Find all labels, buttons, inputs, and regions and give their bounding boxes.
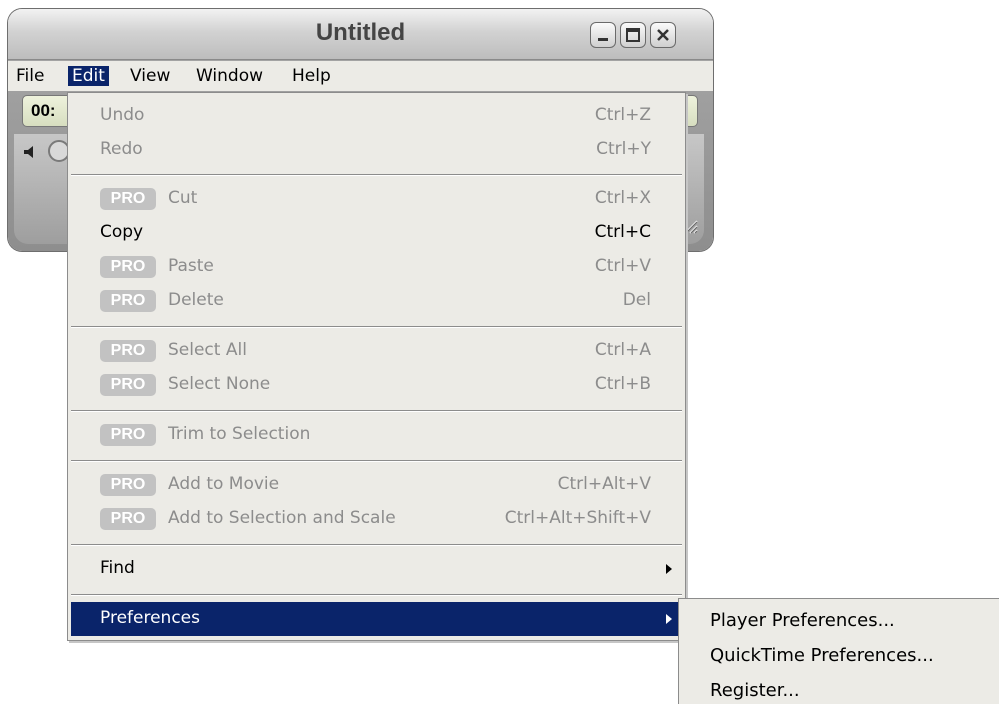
minimize-button[interactable]: [590, 22, 616, 48]
menu-separator: [71, 326, 682, 328]
pro-badge: PRO: [100, 256, 156, 278]
menu-item-preferences[interactable]: Preferences: [71, 602, 682, 636]
close-icon: [657, 29, 669, 41]
menu-item-add-scale[interactable]: PRO Add to Selection and Scale Ctrl+Alt+…: [68, 502, 685, 536]
menu-separator: [71, 410, 682, 412]
pro-badge: PRO: [100, 508, 156, 530]
paste-label: Paste: [168, 256, 214, 276]
add-scale-label: Add to Selection and Scale: [168, 508, 396, 528]
add-to-movie-label: Add to Movie: [168, 474, 280, 494]
menu-item-find[interactable]: Find: [68, 552, 685, 586]
add-scale-shortcut: Ctrl+Alt+Shift+V: [504, 508, 651, 528]
select-none-shortcut: Ctrl+B: [594, 374, 651, 394]
minimize-icon: [598, 38, 608, 41]
preferences-label: Preferences: [100, 608, 200, 628]
menu-item-cut[interactable]: PRO Cut Ctrl+X: [68, 182, 685, 216]
undo-label: Undo: [100, 105, 145, 125]
menu-item-delete[interactable]: PRO Delete Del: [68, 284, 685, 318]
menu-edit[interactable]: Edit: [68, 66, 109, 86]
pro-badge: PRO: [100, 340, 156, 362]
paste-shortcut: Ctrl+V: [594, 256, 651, 276]
menu-item-copy[interactable]: Copy Ctrl+C: [68, 216, 685, 250]
menu-item-add-to-movie[interactable]: PRO Add to Movie Ctrl+Alt+V: [68, 468, 685, 502]
pro-badge: PRO: [100, 424, 156, 446]
cut-shortcut: Ctrl+X: [594, 188, 651, 208]
quicktime-preferences-item[interactable]: QuickTime Preferences...: [710, 645, 934, 666]
menu-item-undo[interactable]: Undo Ctrl+Z: [68, 99, 685, 133]
menu-separator: [71, 594, 682, 596]
select-all-shortcut: Ctrl+A: [594, 340, 651, 360]
redo-shortcut: Ctrl+Y: [596, 139, 651, 159]
delete-label: Delete: [168, 290, 224, 310]
submenu-arrow-icon: [666, 614, 672, 624]
menu-file[interactable]: File: [12, 66, 48, 86]
menu-item-trim[interactable]: PRO Trim to Selection: [68, 418, 685, 452]
preferences-submenu: Player Preferences... QuickTime Preferen…: [678, 598, 999, 704]
close-button[interactable]: [650, 22, 676, 48]
menu-bar: File Edit View Window Help: [8, 61, 713, 91]
pro-badge: PRO: [100, 474, 156, 496]
select-none-label: Select None: [168, 374, 271, 394]
copy-shortcut: Ctrl+C: [594, 222, 651, 242]
menu-help[interactable]: Help: [288, 66, 335, 86]
undo-shortcut: Ctrl+Z: [594, 105, 651, 125]
maximize-button[interactable]: [620, 22, 646, 48]
pro-badge: PRO: [100, 188, 156, 210]
menu-separator: [71, 544, 682, 546]
delete-shortcut: Del: [622, 290, 651, 310]
add-to-movie-shortcut: Ctrl+Alt+V: [557, 474, 651, 494]
find-label: Find: [100, 558, 135, 578]
player-preferences-item[interactable]: Player Preferences...: [710, 610, 895, 631]
title-bar[interactable]: Untitled: [8, 9, 713, 60]
redo-label: Redo: [100, 139, 143, 159]
maximize-icon: [626, 28, 640, 42]
submenu-arrow-icon: [666, 564, 672, 574]
menu-view[interactable]: View: [126, 66, 174, 86]
menu-item-paste[interactable]: PRO Paste Ctrl+V: [68, 250, 685, 284]
cut-label: Cut: [168, 188, 198, 208]
pro-badge: PRO: [100, 374, 156, 396]
copy-label: Copy: [100, 222, 144, 242]
menu-separator: [71, 174, 682, 176]
trim-label: Trim to Selection: [168, 424, 311, 444]
menu-item-select-none[interactable]: PRO Select None Ctrl+B: [68, 368, 685, 402]
menu-window[interactable]: Window: [192, 66, 267, 86]
register-item[interactable]: Register...: [710, 680, 800, 701]
menu-item-select-all[interactable]: PRO Select All Ctrl+A: [68, 334, 685, 368]
select-all-label: Select All: [168, 340, 247, 360]
menu-separator: [71, 460, 682, 462]
menu-item-redo[interactable]: Redo Ctrl+Y: [68, 133, 685, 167]
time-display: 00:: [31, 101, 56, 120]
pro-badge: PRO: [100, 290, 156, 312]
edit-menu: Undo Ctrl+Z Redo Ctrl+Y PRO Cut Ctrl+X C…: [67, 92, 686, 641]
speaker-icon[interactable]: [22, 144, 38, 160]
